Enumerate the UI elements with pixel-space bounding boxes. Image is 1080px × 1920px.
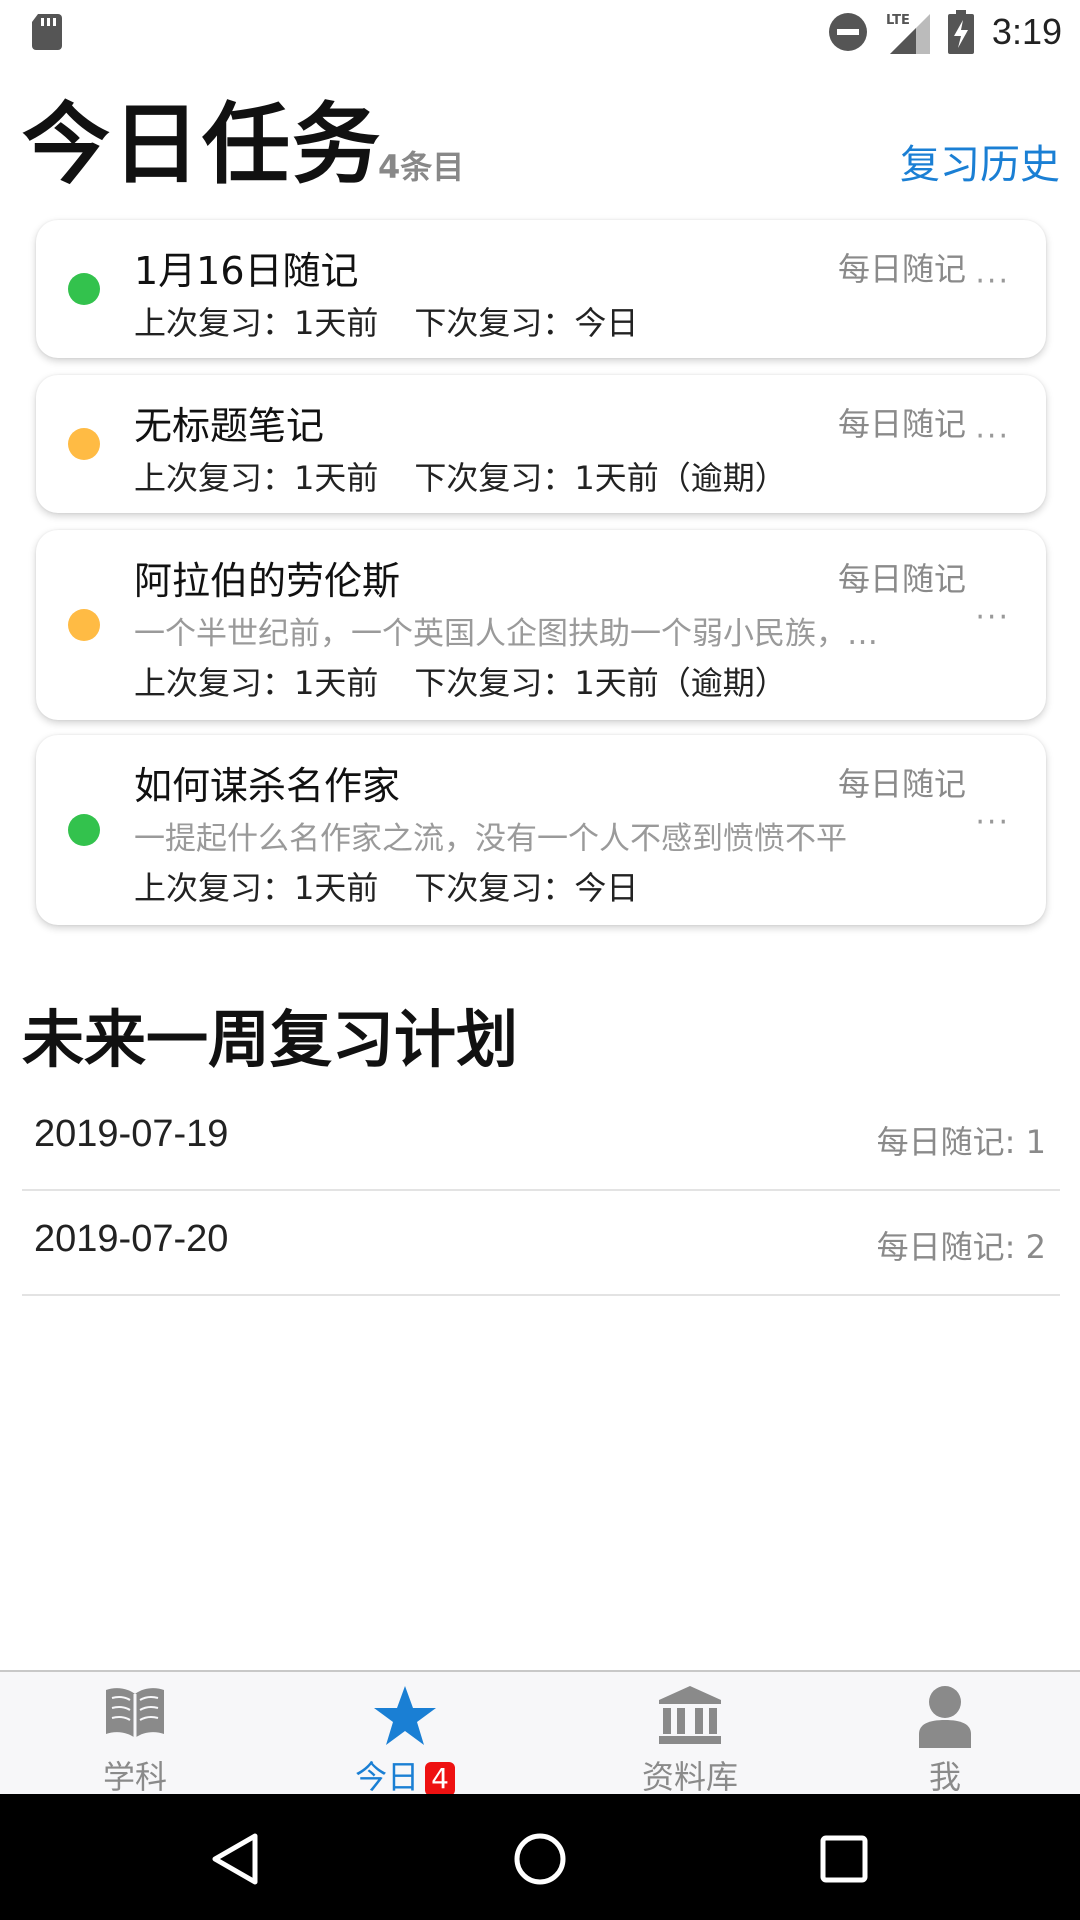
task-review-info: 上次复习：1天前 下次复习：1天前（逾期） [134,658,787,704]
next-review: 下次复习：1天前（逾期） [414,664,787,702]
plan-count: 每日随记: 1 [876,1123,1046,1161]
plan-row[interactable]: 2019-07-19 每日随记: 1 [22,1085,1060,1191]
status-bar: LTE 3:19 [0,0,1080,64]
system-navigation-bar [0,1794,1080,1920]
plan-date: 2019-07-20 [34,1218,229,1260]
home-icon[interactable] [505,1824,575,1894]
status-dot [68,273,100,305]
library-icon [659,1686,721,1744]
task-card[interactable]: 无标题笔记 每日随记 上次复习：1天前 下次复习：1天前（逾期） ··· [36,375,1046,513]
plan-row[interactable]: 2019-07-20 每日随记: 2 [22,1190,1060,1296]
task-review-info: 上次复习：1天前 下次复习：今日 [134,863,638,909]
book-icon [106,1688,164,1738]
task-review-info: 上次复习：1天前 下次复习：1天前（逾期） [134,453,787,499]
task-title: 1月16日随记 [134,249,359,293]
last-review: 上次复习：1天前 [134,304,379,342]
next-review: 下次复习：今日 [414,304,639,342]
task-category: 每日随记 [837,560,966,598]
task-title: 无标题笔记 [134,404,325,448]
tab-me[interactable]: 我 [810,1672,1080,1796]
plan-count: 每日随记: 2 [876,1228,1046,1266]
weekly-plan-title: 未来一周复习计划 [22,1003,519,1076]
task-excerpt: 一提起什么名作家之流，没有一个人不感到愤愤不平 [134,821,847,857]
star-icon [374,1686,436,1745]
last-review: 上次复习：1天前 [134,664,379,702]
next-review: 下次复习：1天前（逾期） [414,459,787,497]
tab-today[interactable]: 今日 4 [270,1672,540,1796]
review-history-link[interactable]: 复习历史 [900,132,1060,190]
task-card[interactable]: 阿拉伯的劳伦斯 每日随记 一个半世纪前，一个英国人企图扶助一个弱小民族，… 上次… [36,530,1046,720]
sd-card-icon [32,14,62,50]
clock: 3:19 [991,11,1062,52]
recents-icon[interactable] [809,1824,879,1894]
task-review-info: 上次复习：1天前 下次复习：今日 [134,298,638,344]
battery-charging-icon [947,10,974,54]
plan-date: 2019-07-19 [34,1113,229,1155]
task-title: 如何谋杀名作家 [134,764,401,808]
task-category: 每日随记 [837,405,966,443]
task-category: 每日随记 [837,765,966,803]
tab-label: 学科 [102,1758,167,1796]
status-dot [68,428,100,460]
more-options-icon[interactable]: ··· [975,264,1010,299]
tab-label: 今日 [355,1758,420,1796]
do-not-disturb-icon [828,13,867,51]
task-card[interactable]: 1月16日随记 每日随记 上次复习：1天前 下次复习：今日 ··· [36,220,1046,358]
network-type-label: LTE [886,13,910,28]
task-excerpt: 一个半世纪前，一个英国人企图扶助一个弱小民族，… [134,616,878,652]
last-review: 上次复习：1天前 [134,459,379,497]
last-review: 上次复习：1天前 [134,869,379,907]
lte-signal-icon: LTE [886,13,930,54]
bottom-tab-bar: 学科 今日 4 资料库 我 [0,1670,1080,1796]
item-count: 4条目 [378,148,465,186]
more-options-icon[interactable]: ··· [975,600,1010,635]
person-icon [919,1686,971,1748]
tab-label: 我 [928,1758,961,1796]
tab-label-wrap: 今日 4 [270,1752,540,1798]
status-dot [68,814,100,846]
tab-subjects[interactable]: 学科 [0,1672,270,1796]
tab-label: 资料库 [641,1758,738,1796]
status-dot [68,609,100,641]
task-category: 每日随记 [837,250,966,288]
back-icon[interactable] [203,1824,273,1894]
task-title: 阿拉伯的劳伦斯 [134,559,401,603]
more-options-icon[interactable]: ··· [975,805,1010,840]
tab-library[interactable]: 资料库 [555,1672,825,1796]
task-card[interactable]: 如何谋杀名作家 每日随记 一提起什么名作家之流，没有一个人不感到愤愤不平 上次复… [36,735,1046,925]
page-header: 今日任务 4条目 复习历史 [0,90,1080,200]
page-title: 今日任务 [22,93,383,196]
next-review: 下次复习：今日 [414,869,639,907]
more-options-icon[interactable]: ··· [975,419,1010,454]
today-count-badge: 4 [425,1762,455,1796]
